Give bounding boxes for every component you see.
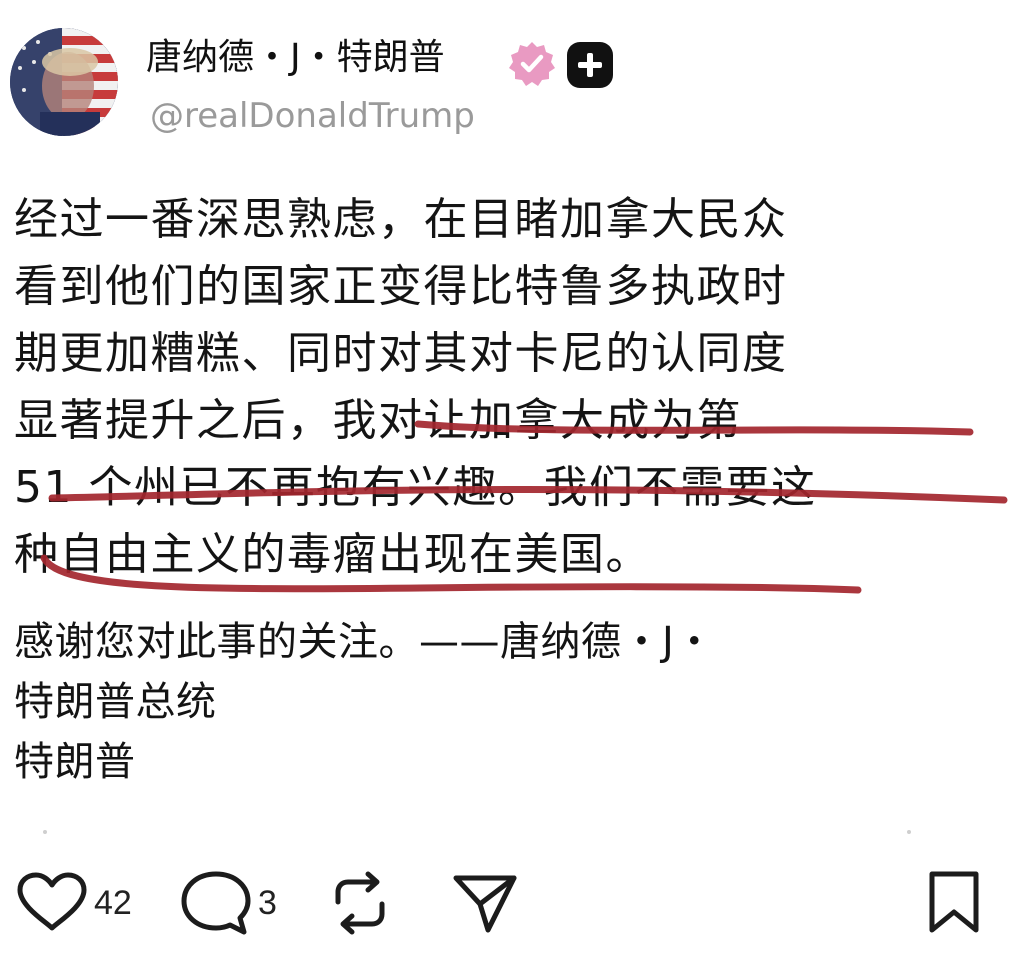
reply-count: 3	[258, 883, 277, 922]
post-signature: 感谢您对此事的关注。——唐纳德・J・ 特朗普总统 特朗普	[14, 612, 1014, 792]
bookmark-button[interactable]	[922, 868, 986, 938]
post-line: 显著提升之后，我对让加拿大成为第	[14, 395, 742, 446]
verified-badge-icon	[508, 40, 556, 88]
post-line: 期更加糟糕、同时对其对卡尼的认同度	[14, 328, 788, 379]
heart-icon	[17, 872, 87, 931]
signature-line: 特朗普总统	[14, 679, 217, 725]
signature-line: 特朗普	[14, 739, 136, 785]
share-button[interactable]	[450, 868, 520, 938]
post-line: 看到他们的国家正变得比特鲁多执政时	[14, 261, 788, 312]
post-line: 51 个州已不再抱有兴趣。我们不需要这	[14, 462, 817, 513]
post-line: 种自由主义的毒瘤出现在美国。	[14, 529, 651, 580]
avatar[interactable]	[10, 28, 118, 136]
author-handle[interactable]: @realDonaldTrump	[150, 94, 475, 138]
send-icon	[453, 875, 517, 933]
signature-line: 感谢您对此事的关注。——唐纳德・J・	[14, 619, 715, 665]
reply-button[interactable]: 3	[180, 868, 277, 938]
bookmark-icon	[929, 871, 979, 933]
comment-bubble-icon	[181, 871, 251, 935]
repost-icon	[335, 871, 385, 935]
repost-button[interactable]	[328, 868, 392, 938]
plus-icon	[578, 53, 602, 77]
author-name[interactable]: 唐纳德・J・特朗普	[146, 34, 445, 82]
follow-button[interactable]	[567, 42, 613, 88]
divider-dot	[907, 830, 911, 834]
post-line: 经过一番深思熟虑，在目睹加拿大民众	[14, 194, 788, 245]
post-body: 经过一番深思熟虑，在目睹加拿大民众 看到他们的国家正变得比特鲁多执政时 期更加糟…	[14, 186, 1014, 588]
like-button[interactable]: 42	[16, 868, 132, 938]
divider-dot	[43, 830, 47, 834]
like-count: 42	[94, 883, 132, 922]
